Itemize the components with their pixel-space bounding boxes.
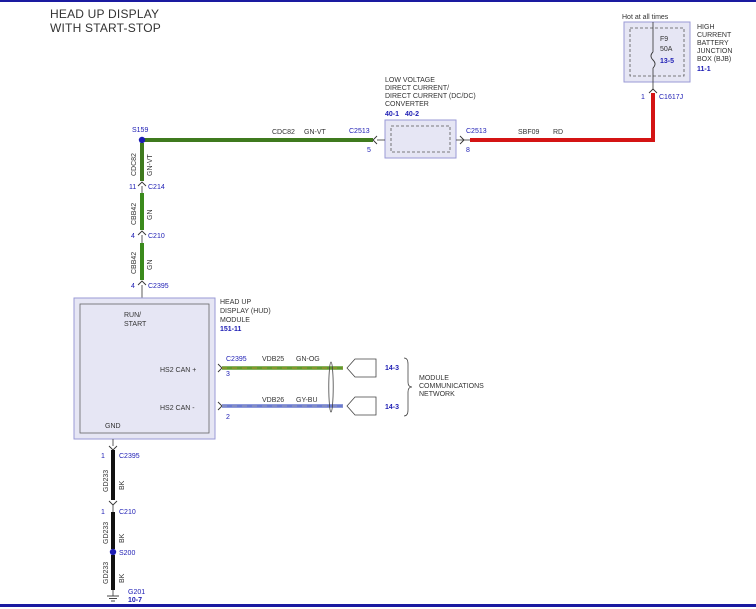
hud-gnd-label: GND [105,423,121,430]
hud-ref[interactable]: 151-11 [220,326,242,333]
hud-name-2: DISPLAY (HUD) [220,308,271,315]
can-minus-flag-icon [346,396,377,416]
wire-can-plus-circuit: VDB25 [262,356,284,363]
c2395-bottom-pin: 1 [101,453,105,460]
converter-name-3: DIRECT CURRENT (DC/DC) [385,93,476,100]
wire-v2-color: GN [147,210,154,221]
c2395-top-label: C2395 [148,283,169,290]
ground-name: G201 [128,589,145,596]
wire-v1-circuit: CDC82 [131,153,138,176]
wire-can-minus-color: GY-BU [296,397,318,404]
c210-bottom-connector-icon [108,500,118,506]
network-name-3: NETWORK [419,391,455,398]
can-plus-connector-icon [217,363,223,373]
converter-right-pin: 8 [466,147,470,154]
wire-top-color: GN-VT [304,129,327,136]
wire-can-minus-circuit: VDB26 [262,397,284,404]
can-minus-pin: 2 [226,414,230,421]
can-plus-pin: 3 [226,371,230,378]
splice-s200-dot [109,548,117,556]
bjb-connector-icon [648,88,658,94]
c214-label: C214 [148,184,165,191]
c2395-top-pin: 4 [131,283,135,290]
c214-connector-icon [137,181,147,187]
network-brace [403,357,413,417]
wire-v3-circuit: CBB42 [131,252,138,274]
c210-bottom-pin: 1 [101,509,105,516]
bjb-name-3: BATTERY [697,40,729,47]
can-minus-connector-icon [217,401,223,411]
wire-v1-color: GN-VT [147,154,154,177]
c2395-top-connector-icon [137,280,147,286]
can-plus-flag-icon [346,358,377,378]
network-ref-minus[interactable]: 14-3 [385,404,399,411]
converter-left-pin: 5 [367,147,371,154]
bjb-ref[interactable]: 11-1 [697,66,711,73]
wiring-diagram: Hot at all times F9 50A 13-5 HIGH CURREN… [73,14,732,604]
ground-ref[interactable]: 10-7 [128,597,142,604]
hud-name-1: HEAD UP [220,299,251,306]
bjb-box [623,21,691,83]
fuse-name: F9 [660,36,668,43]
network-ref-plus[interactable]: 14-3 [385,365,399,372]
converter-ref-2[interactable]: 40-2 [405,111,419,118]
converter-name-4: CONVERTER [385,101,429,108]
c210-top-pin: 4 [131,233,135,240]
converter-box [384,119,457,159]
wire-red-circuit: SBF09 [518,129,540,136]
wire-v3-color: GN [147,260,154,271]
c2395-bottom-label: C2395 [119,453,140,460]
converter-ref-1[interactable]: 40-1 [385,111,399,118]
wire-red-color: RD [553,129,563,136]
splice-s159-label: S159 [132,127,148,134]
bjb-pin: 1 [641,94,645,101]
fuse-rating: 50A [660,46,673,53]
fuse-ref[interactable]: 13-5 [660,58,674,65]
wire-gnd1-circuit: GD233 [103,470,110,492]
bjb-name-2: CURRENT [697,32,732,39]
bjb-connector: C1617J [659,94,683,101]
wire-top-circuit: CDC82 [272,129,295,136]
wire-gnd2-color: BK [119,533,126,543]
c2395-can-label: C2395 [226,356,247,363]
converter-left-connector: C2513 [349,128,370,135]
splice-s159-dot [138,136,146,144]
bjb-name-1: HIGH [697,24,715,31]
network-name-1: MODULE [419,375,449,382]
c210-top-label: C210 [148,233,165,240]
bjb-hot-label: Hot at all times [622,14,669,21]
c210-top-connector-icon [137,230,147,236]
hud-can-plus-label: HS2 CAN + [160,367,196,374]
network-name-2: COMMUNICATIONS [419,383,484,390]
converter-name-1: LOW VOLTAGE [385,77,435,84]
c214-pin: 11 [129,184,136,191]
converter-right-connector: C2513 [466,128,487,135]
converter-left-connector-icon [372,135,378,145]
wire-gnd2-circuit: GD233 [103,522,110,544]
wire-gnd3-color: BK [119,573,126,583]
bjb-name-5: BOX (BJB) [697,56,731,63]
wire-can-plus-color: GN-OG [296,356,320,363]
hud-name-3: MODULE [220,317,250,324]
c210-bottom-label: C210 [119,509,136,516]
wire-v2-circuit: CBB42 [131,203,138,225]
hud-run-start-2: START [124,321,147,328]
bjb-name-4: JUNCTION [697,48,732,55]
wire-gnd1-color: BK [119,480,126,490]
hud-can-minus-label: HS2 CAN - [160,405,195,412]
wire-gnd3-circuit: GD233 [103,562,110,584]
hud-run-start-1: RUN/ [124,312,141,319]
splice-s200-label: S200 [119,550,135,557]
c2395-bottom-connector-icon [108,445,118,451]
converter-name-2: DIRECT CURRENT/ [385,85,449,92]
